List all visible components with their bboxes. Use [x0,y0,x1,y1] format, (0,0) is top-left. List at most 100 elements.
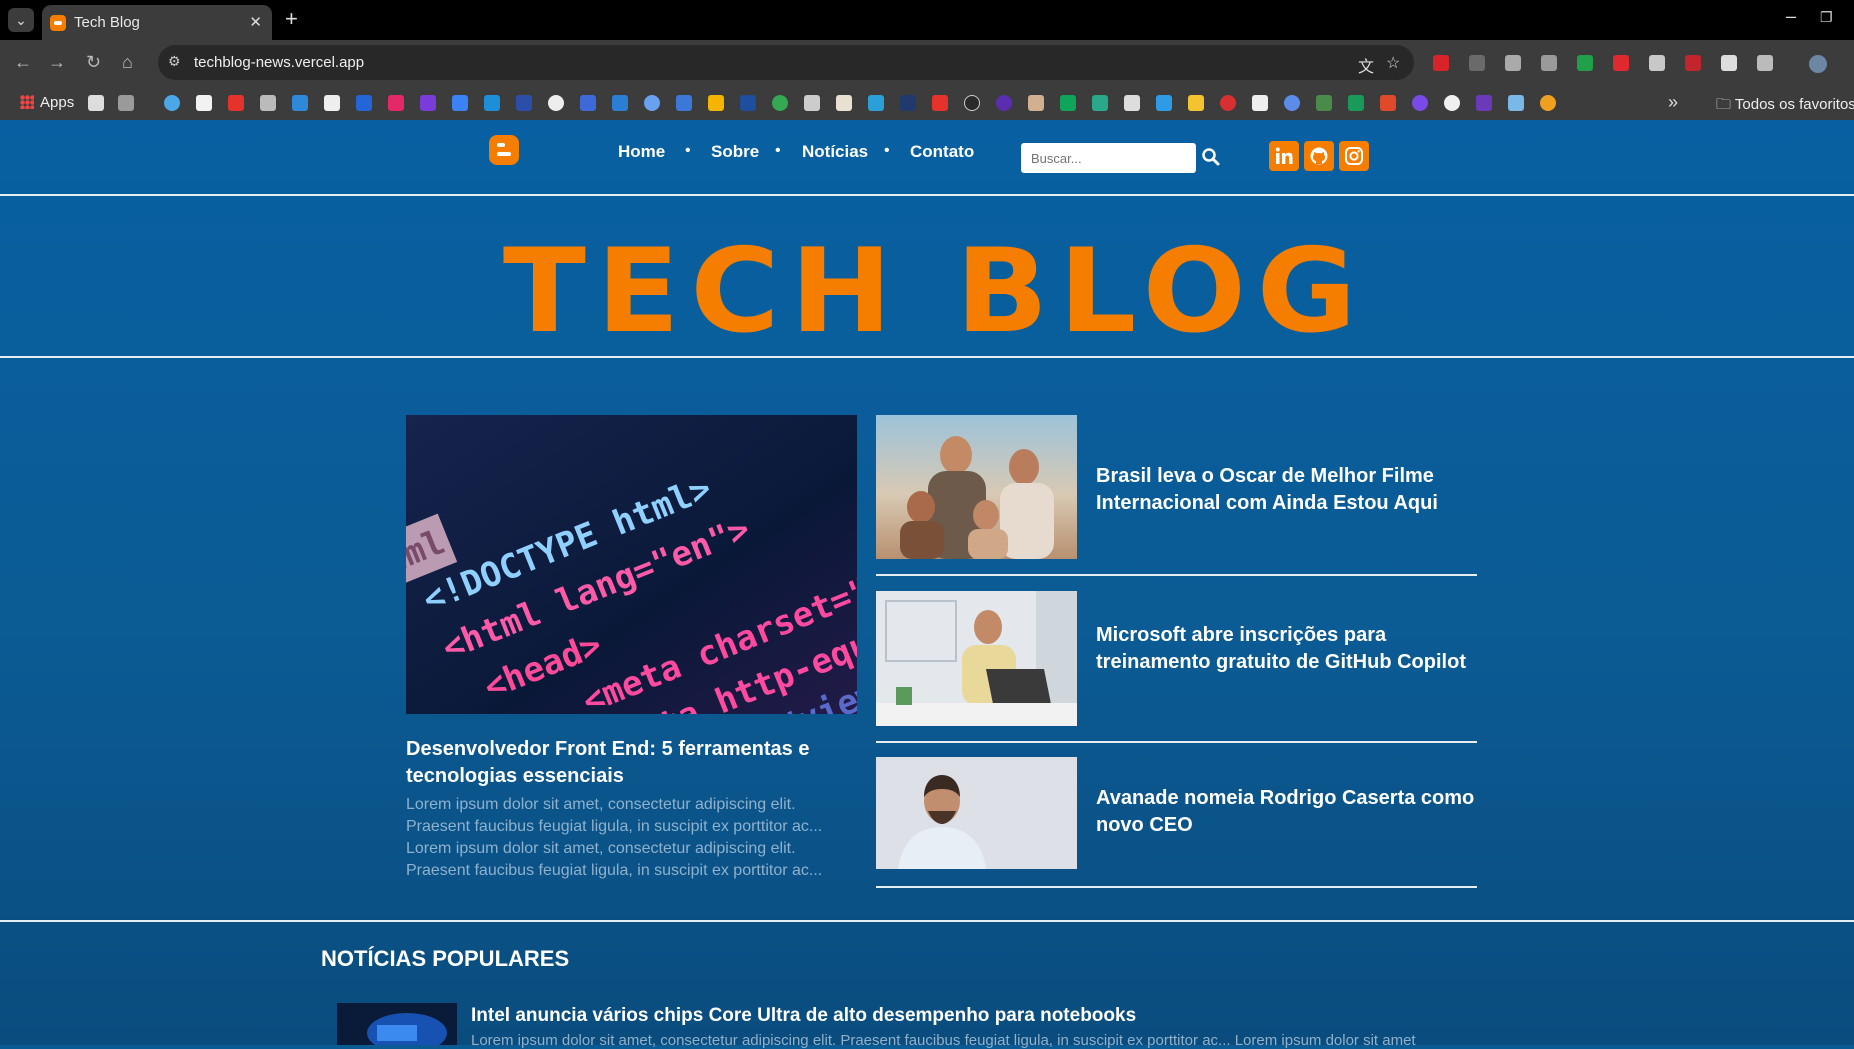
bookmark-icon[interactable] [118,95,134,111]
back-arrow-icon[interactable]: ← [14,52,32,73]
list-item[interactable]: Brasil leva o Oscar de Melhor Filme Inte… [876,415,1477,576]
bookmark-icon[interactable] [996,95,1012,111]
extension-7-icon[interactable] [1649,55,1665,71]
article-thumbnail[interactable] [876,757,1077,869]
list-item[interactable]: Avanade nomeia Rodrigo Caserta como novo… [876,743,1477,888]
nav-news-link[interactable]: Notícias [802,142,868,162]
more-bookmarks-chevron-icon[interactable]: » [1668,92,1678,113]
github-icon[interactable] [1304,141,1334,171]
linkedin-icon[interactable] [1269,141,1299,171]
bookmark-icon[interactable] [1124,95,1140,111]
bookmark-icon[interactable] [1380,95,1396,111]
bookmark-icon[interactable] [88,95,104,111]
article-thumbnail[interactable] [876,591,1077,726]
extension-9-icon[interactable] [1721,55,1737,71]
translate-icon[interactable]: 文 [1358,53,1374,77]
bookmark-icon[interactable] [484,95,500,111]
extension-6-icon[interactable] [1613,55,1629,71]
bookmark-icon[interactable] [260,95,276,111]
article-title[interactable]: Avanade nomeia Rodrigo Caserta como novo… [1096,785,1476,839]
search-icon[interactable] [1201,147,1221,167]
reload-icon[interactable]: ↻ [86,52,101,73]
home-icon[interactable]: ⌂ [122,52,133,73]
article-title[interactable]: Brasil leva o Oscar de Melhor Filme Inte… [1096,463,1476,517]
nav-home-link[interactable]: Home [618,142,665,162]
bookmark-icon[interactable] [452,95,468,111]
bookmark-icon[interactable] [932,95,948,111]
nav-contact-link[interactable]: Contato [910,142,974,162]
minimize-window-icon[interactable]: – [1786,6,1796,27]
bookmark-icon[interactable] [1540,95,1556,111]
bookmark-icon[interactable] [612,95,628,111]
bookmark-icon[interactable] [964,95,980,111]
article-title[interactable]: Microsoft abre inscrições para treinamen… [1096,622,1476,676]
close-tab-icon[interactable]: ✕ [249,13,262,31]
bookmark-icon[interactable] [1028,95,1044,111]
bookmark-star-icon[interactable]: ☆ [1386,53,1400,73]
extensions-puzzle-icon[interactable] [1757,55,1773,71]
extension-5-icon[interactable] [1577,55,1593,71]
address-bar[interactable]: ⚙ techblog-news.vercel.app 文 ☆ [158,45,1414,80]
bookmark-icon[interactable] [1252,95,1268,111]
bookmark-icon[interactable] [676,95,692,111]
tab-search-chevron-icon[interactable]: ⌄ [8,8,34,32]
bookmark-icon[interactable] [1316,95,1332,111]
article-thumbnail[interactable] [876,415,1077,559]
address-url[interactable]: techblog-news.vercel.app [194,54,364,71]
browser-tab[interactable]: Tech Blog ✕ [42,5,272,40]
bookmark-icon[interactable] [196,95,212,111]
forward-arrow-icon[interactable]: → [48,52,66,73]
restore-window-icon[interactable]: ❐ [1820,9,1833,26]
bookmark-icon[interactable] [1220,95,1236,111]
popular-article-title[interactable]: Intel anuncia vários chips Core Ultra de… [471,1005,1136,1027]
bookmark-icon[interactable] [772,95,788,111]
new-tab-button[interactable]: + [285,6,298,32]
search-input[interactable] [1021,143,1196,173]
bookmark-icon[interactable] [900,95,916,111]
bookmark-icon[interactable] [708,95,724,111]
bookmark-icon[interactable] [388,95,404,111]
bookmark-icon[interactable] [868,95,884,111]
bookmark-icon[interactable] [548,95,564,111]
featured-article-image[interactable]: html <!DOCTYPE html> <html lang="en"> <h… [406,415,857,714]
featured-article-title[interactable]: Desenvolvedor Front End: 5 ferramentas e… [406,736,857,790]
bookmark-icon[interactable] [1444,95,1460,111]
bookmark-icon[interactable] [516,95,532,111]
eyedropper-extension-icon[interactable] [1505,55,1521,71]
bookmark-icon[interactable] [580,95,596,111]
blogger-logo-icon[interactable] [489,135,519,165]
bookmark-icon[interactable] [1508,95,1524,111]
profile-avatar[interactable] [1809,55,1827,73]
featured-article[interactable]: html <!DOCTYPE html> <html lang="en"> <h… [406,415,857,882]
bookmark-icon[interactable] [1348,95,1364,111]
bookmark-icon[interactable] [836,95,852,111]
bookmark-icon[interactable] [324,95,340,111]
side-article-list: Brasil leva o Oscar de Melhor Filme Inte… [876,415,1477,888]
all-bookmarks-folder[interactable]: 🗀 Todos os favoritos [1716,94,1854,119]
popular-article-thumbnail[interactable] [337,1003,457,1045]
bookmark-apps[interactable]: Apps [20,94,74,111]
bookmark-icon[interactable] [292,95,308,111]
bookmark-icon[interactable] [1188,95,1204,111]
extension-8-icon[interactable] [1685,55,1701,71]
site-info-icon[interactable]: ⚙ [168,53,181,70]
bookmark-icon[interactable] [1092,95,1108,111]
bookmark-icon[interactable] [356,95,372,111]
bookmark-icon[interactable] [1412,95,1428,111]
extension-1-icon[interactable] [1433,55,1449,71]
bookmark-icon[interactable] [420,95,436,111]
bookmark-icon[interactable] [644,95,660,111]
nav-about-link[interactable]: Sobre [711,142,759,162]
bookmark-icon[interactable] [1060,95,1076,111]
bookmark-icon[interactable] [1156,95,1172,111]
bookmark-icon[interactable] [164,95,180,111]
bookmark-icon[interactable] [740,95,756,111]
bookmark-icon[interactable] [1284,95,1300,111]
bookmark-icon[interactable] [804,95,820,111]
instagram-icon[interactable] [1339,141,1369,171]
bookmark-icon[interactable] [1476,95,1492,111]
list-item[interactable]: Microsoft abre inscrições para treinamen… [876,576,1477,743]
extension-2-icon[interactable] [1469,55,1485,71]
extension-4-icon[interactable] [1541,55,1557,71]
bookmark-icon[interactable] [228,95,244,111]
